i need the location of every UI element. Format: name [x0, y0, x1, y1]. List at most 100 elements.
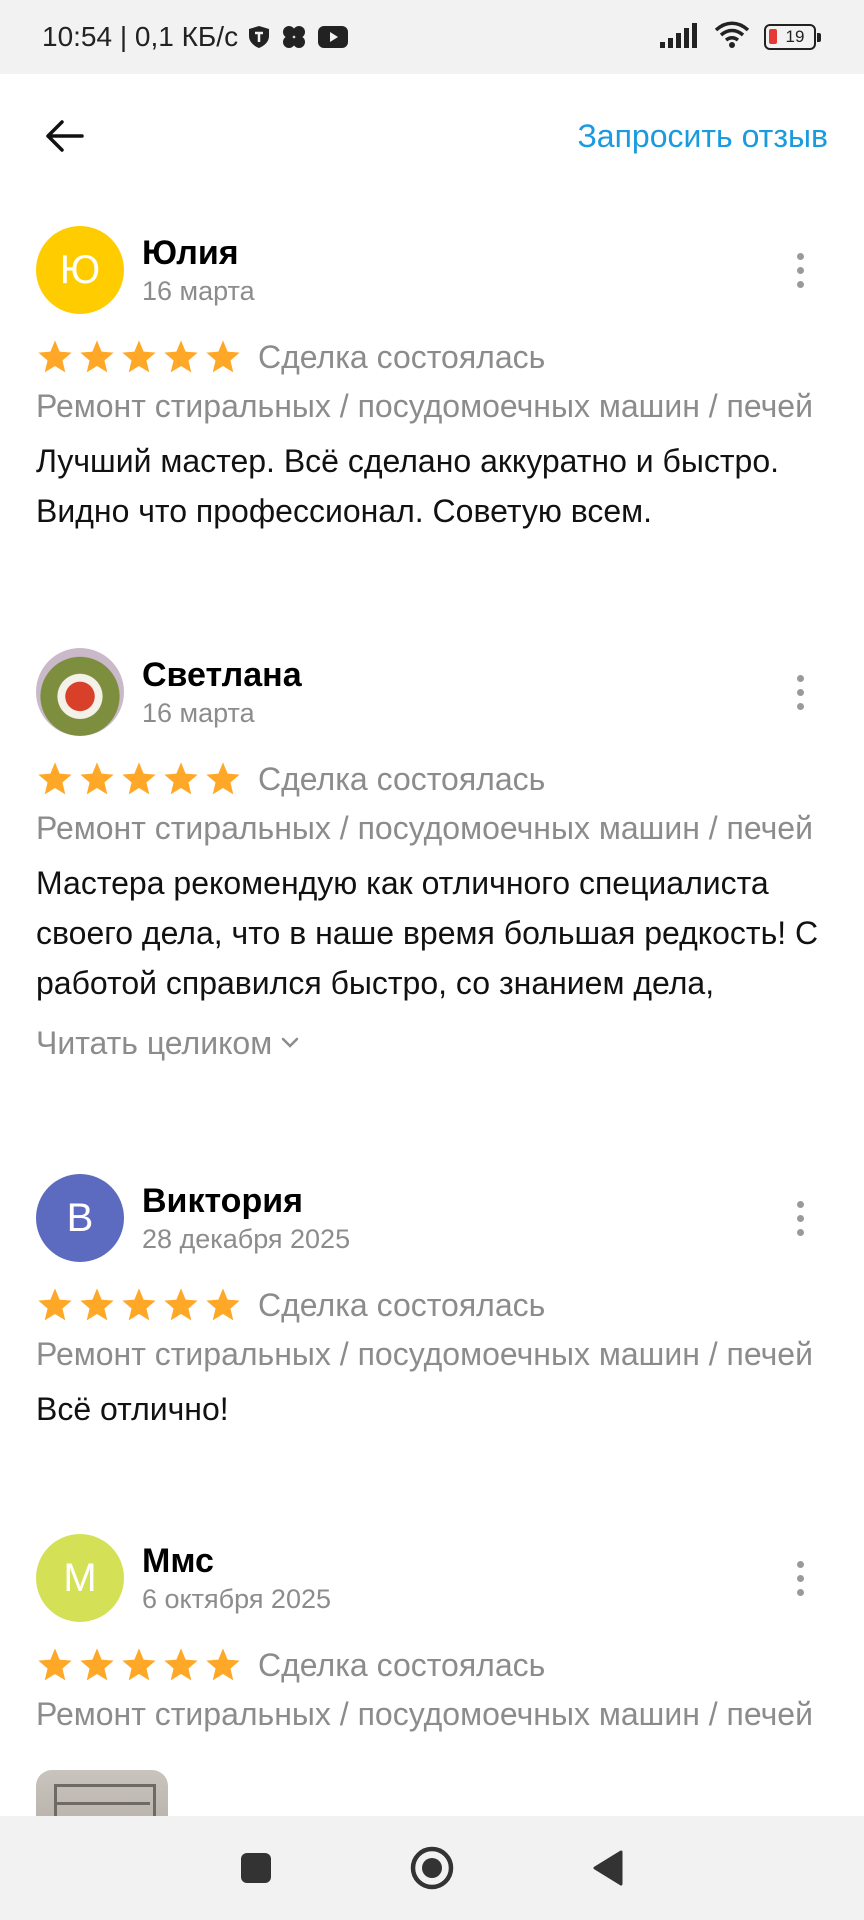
star-icon — [38, 340, 72, 373]
home-button[interactable] — [406, 1842, 458, 1894]
star-icon — [122, 340, 156, 373]
author-info: Ммс 6 октября 2025 — [142, 1540, 780, 1616]
rating-row: Сделка состоялась — [36, 1282, 828, 1328]
battery-indicator: 19 — [764, 24, 821, 50]
system-back-button[interactable] — [582, 1842, 634, 1894]
author-name: Виктория — [142, 1182, 303, 1220]
review-card: Светлана 16 марта Сделка состоялась Ремо… — [0, 642, 864, 1154]
back-button[interactable] — [40, 112, 88, 160]
system-nav-bar — [0, 1816, 864, 1920]
star-icon — [206, 340, 240, 373]
dot-icon — [796, 280, 804, 288]
status-right: 19 — [660, 21, 821, 54]
star-icon — [80, 340, 114, 373]
read-more-label: Читать целиком — [36, 1024, 273, 1061]
author-name: Юлия — [142, 234, 239, 272]
dot-icon — [796, 1560, 804, 1568]
service-category: Ремонт стиральных / посудомоечных машин … — [36, 1336, 813, 1372]
star-icon — [164, 762, 198, 795]
dot-icon — [796, 266, 804, 274]
status-left: 10:54 | 0,1 КБ/с — [42, 21, 349, 53]
status-time-info: 10:54 | 0,1 КБ/с — [42, 21, 239, 52]
dot-icon — [796, 702, 804, 710]
service-category: Ремонт стиральных / посудомоечных машин … — [36, 388, 813, 424]
review-header: Ю Юлия 16 марта — [36, 220, 828, 320]
review-card: М Ммс 6 октября 2025 Сделка состоялась Р… — [0, 1528, 864, 1830]
avatar[interactable]: М — [36, 1534, 124, 1622]
star-icon — [206, 762, 240, 795]
dot-icon — [796, 674, 804, 682]
recents-button[interactable] — [230, 1842, 282, 1894]
rating-row: Сделка состоялась — [36, 1642, 828, 1688]
dot-icon — [796, 1200, 804, 1208]
review-header: М Ммс 6 октября 2025 — [36, 1528, 828, 1628]
review-header: Светлана 16 марта — [36, 642, 828, 742]
triangle-back-icon — [593, 1850, 623, 1886]
dot-icon — [796, 1214, 804, 1222]
more-options-button[interactable] — [780, 662, 820, 722]
star-icon — [122, 762, 156, 795]
request-review-link[interactable]: Запросить отзыв — [577, 118, 828, 155]
status-bar: 10:54 | 0,1 КБ/с 19 — [0, 0, 864, 74]
deal-status: Сделка состоялась — [258, 338, 546, 375]
read-more-button[interactable]: Читать целиком — [36, 1018, 828, 1068]
more-options-button[interactable] — [780, 1188, 820, 1248]
more-options-button[interactable] — [780, 240, 820, 300]
service-category: Ремонт стиральных / посудомоечных машин … — [36, 810, 813, 846]
shield-icon — [248, 25, 270, 49]
avatar[interactable] — [36, 648, 124, 736]
service-category: Ремонт стиральных / посудомоечных машин … — [36, 1696, 813, 1732]
review-date: 16 марта — [142, 698, 255, 728]
author-name: Светлана — [142, 656, 302, 694]
dot-icon — [796, 1574, 804, 1582]
top-bar: Запросить отзыв — [0, 74, 864, 198]
star-icon — [38, 1288, 72, 1321]
square-icon — [241, 1853, 271, 1883]
star-icon — [80, 762, 114, 795]
avatar-initial: М — [63, 1555, 97, 1600]
review-header: В Виктория 28 декабря 2025 — [36, 1168, 828, 1268]
dot-icon — [796, 688, 804, 696]
star-icon — [38, 1648, 72, 1681]
review-date: 6 октября 2025 — [142, 1584, 331, 1614]
deal-status: Сделка состоялась — [258, 1646, 546, 1683]
more-options-button[interactable] — [780, 1548, 820, 1608]
author-info: Виктория 28 декабря 2025 — [142, 1180, 780, 1256]
dot-icon — [796, 1588, 804, 1596]
review-card: В Виктория 28 декабря 2025 Сделка состоя… — [0, 1168, 864, 1528]
battery-level: 19 — [785, 27, 805, 46]
star-icon — [164, 340, 198, 373]
star-rating — [36, 338, 242, 376]
reviews-list: Ю Юлия 16 марта Сделка состоялась Ремонт… — [0, 198, 864, 1830]
star-rating — [36, 760, 242, 798]
rating-row: Сделка состоялась — [36, 334, 828, 380]
youtube-icon — [318, 26, 349, 48]
rating-row: Сделка состоялась — [36, 756, 828, 802]
star-icon — [38, 762, 72, 795]
circle-home-icon — [410, 1846, 454, 1890]
avatar[interactable]: В — [36, 1174, 124, 1262]
review-text: Лучший мастер. Всё сделано аккуратно и б… — [36, 443, 780, 529]
clover-icon — [280, 24, 308, 50]
star-icon — [206, 1648, 240, 1681]
dot-icon — [796, 1228, 804, 1236]
review-date: 16 марта — [142, 276, 255, 306]
avatar-initial: Ю — [59, 247, 101, 292]
review-text: Всё отлично! — [36, 1391, 229, 1427]
star-icon — [122, 1648, 156, 1681]
star-rating — [36, 1646, 242, 1684]
star-icon — [164, 1288, 198, 1321]
star-icon — [206, 1288, 240, 1321]
star-icon — [164, 1648, 198, 1681]
author-info: Светлана 16 марта — [142, 654, 780, 730]
chevron-down-icon — [281, 1037, 299, 1048]
review-card: Ю Юлия 16 марта Сделка состоялась Ремонт… — [0, 220, 864, 630]
avatar[interactable]: Ю — [36, 226, 124, 314]
deal-status: Сделка состоялась — [258, 760, 546, 797]
battery-fill — [769, 29, 777, 44]
star-icon — [80, 1288, 114, 1321]
author-name: Ммс — [142, 1542, 214, 1580]
deal-status: Сделка состоялась — [258, 1286, 546, 1323]
author-info: Юлия 16 марта — [142, 232, 780, 308]
arrow-left-icon — [46, 120, 84, 152]
